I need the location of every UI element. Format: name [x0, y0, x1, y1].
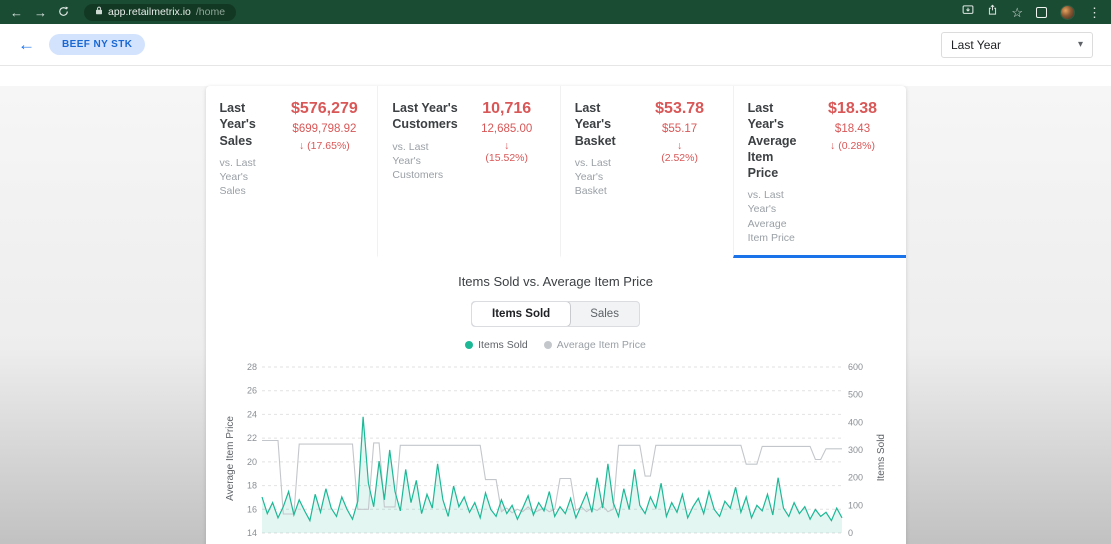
app-back-arrow[interactable]: ← [18, 35, 35, 55]
legend-label: Items Sold [478, 338, 528, 351]
kpi-subtitle: vs. Last Year's Average Item Price [747, 189, 795, 244]
kpi-basket[interactable]: Last Year's Basket vs. Last Year's Baske… [559, 86, 733, 258]
address-bar[interactable]: app.retailmetrix.io/home [84, 3, 237, 21]
url-host: app.retailmetrix.io [108, 6, 191, 18]
legend-items-sold[interactable]: Items Sold [465, 339, 528, 351]
screen: ← → app.retailmetrix.io/home ☆ ⋮ ← BEEF [0, 0, 1111, 544]
kpi-subtitle: vs. Last Year's Basket [574, 156, 611, 198]
svg-text:26: 26 [246, 386, 256, 396]
legend-label: Average Item Price [556, 338, 646, 351]
svg-text:600: 600 [848, 362, 863, 372]
product-chip[interactable]: BEEF NY STK [49, 34, 146, 55]
kpi-customers[interactable]: Last Year's Customers vs. Last Year's Cu… [377, 86, 559, 258]
profile-avatar[interactable] [1060, 4, 1075, 20]
svg-text:18: 18 [246, 481, 256, 491]
share-icon[interactable] [987, 3, 998, 21]
right-axis-title: Items Sold [875, 434, 887, 482]
kpi-value: $53.78 [655, 100, 705, 117]
bookmark-star-icon[interactable]: ☆ [1011, 6, 1023, 19]
kpi-title: Last Year's Basket [574, 101, 616, 148]
metrics-card: Last Year's Sales vs. Last Year's Sales … [205, 86, 906, 544]
kpi-value: 10,716 [482, 100, 532, 117]
period-select-value: Last Year [951, 37, 1002, 52]
kpi-delta: ↓ (15.52%) [485, 140, 528, 164]
refresh-icon[interactable] [58, 6, 69, 19]
svg-text:24: 24 [246, 409, 256, 419]
kpi-row: Last Year's Sales vs. Last Year's Sales … [206, 86, 906, 258]
toggle-items-sold[interactable]: Items Sold [472, 301, 571, 326]
svg-text:200: 200 [848, 473, 863, 483]
legend-avg-item-price[interactable]: Average Item Price [543, 338, 646, 351]
kpi-sales[interactable]: Last Year's Sales vs. Last Year's Sales … [206, 86, 378, 258]
kpi-title: Last Year's Average Item Price [747, 101, 797, 180]
svg-text:22: 22 [246, 433, 256, 443]
svg-text:400: 400 [848, 417, 863, 427]
install-app-icon[interactable] [962, 3, 974, 21]
toggle-sales[interactable]: Sales [570, 302, 639, 326]
kpi-prev-value: $18.43 [834, 123, 871, 135]
menu-kebab-icon[interactable]: ⋮ [1088, 6, 1101, 19]
chart-area: Average Item Price 14 16 18 20 22 24 26 28 0 100 2… [206, 359, 906, 544]
chart-svg[interactable]: 14161820222426280100200300400500600Sat J… [236, 359, 876, 544]
legend-dot-items-sold [465, 340, 474, 349]
kpi-prev-value: 12,685.00 [481, 123, 533, 135]
kpi-title: Last Year's Customers [392, 101, 458, 132]
svg-text:16: 16 [246, 504, 256, 514]
browser-chrome: ← → app.retailmetrix.io/home ☆ ⋮ [0, 0, 1111, 24]
kpi-prev-value: $55.17 [662, 123, 698, 135]
nav-forward-icon[interactable]: → [34, 6, 47, 19]
kpi-title: Last Year's Sales [219, 101, 256, 148]
left-axis-title: Average Item Price [224, 415, 236, 501]
svg-text:28: 28 [246, 362, 256, 372]
kpi-value: $576,279 [291, 100, 358, 117]
kpi-delta: ↓ (2.52%) [661, 140, 698, 164]
content-area: Last Year's Sales vs. Last Year's Sales … [0, 86, 1111, 544]
svg-text:300: 300 [848, 445, 863, 455]
svg-text:20: 20 [246, 457, 256, 467]
kpi-delta: ↓ (0.28%) [830, 140, 875, 152]
svg-text:0: 0 [848, 528, 853, 538]
app-toolbar: ← BEEF NY STK Last Year ▾ [0, 24, 1111, 66]
svg-text:100: 100 [848, 500, 863, 510]
tab-square-icon[interactable] [1036, 6, 1047, 18]
kpi-value: $18.38 [828, 100, 877, 117]
kpi-average-item-price[interactable]: Last Year's Average Item Price vs. Last … [732, 86, 906, 258]
chart-legend: Items Sold Average Item Price [206, 339, 906, 351]
nav-back-icon[interactable]: ← [10, 6, 23, 19]
url-path: /home [195, 6, 226, 18]
kpi-delta: ↓ (17.65%) [299, 140, 350, 152]
kpi-subtitle: vs. Last Year's Customers [392, 140, 444, 181]
chevron-down-icon: ▾ [1077, 39, 1083, 50]
svg-text:14: 14 [246, 528, 256, 538]
kpi-subtitle: vs. Last Year's Sales [219, 156, 256, 198]
chart-title: Items Sold vs. Average Item Price [458, 273, 653, 289]
period-select[interactable]: Last Year ▾ [941, 31, 1093, 58]
legend-dot-avg-price [543, 340, 552, 349]
svg-text:500: 500 [848, 390, 863, 400]
metric-toggle: Items Sold Sales [206, 300, 906, 327]
kpi-prev-value: $699,798.92 [292, 123, 357, 135]
lock-icon [95, 6, 103, 18]
